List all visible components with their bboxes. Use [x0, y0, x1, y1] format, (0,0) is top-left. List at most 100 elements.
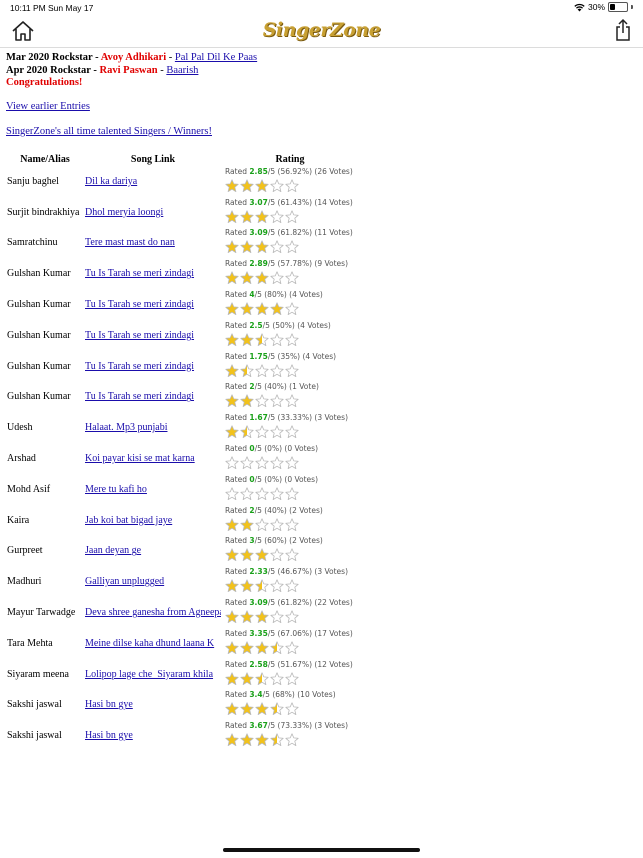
star-rating[interactable] — [225, 364, 355, 378]
star-icon[interactable] — [255, 518, 269, 532]
star-icon[interactable] — [270, 610, 284, 624]
view-earlier-entries-link[interactable]: View earlier Entries — [6, 101, 90, 112]
song-link[interactable]: Mere tu kafi ho — [85, 484, 147, 495]
star-icon[interactable] — [270, 333, 284, 347]
star-rating[interactable] — [225, 394, 355, 408]
star-icon[interactable] — [255, 641, 269, 655]
star-icon[interactable] — [270, 179, 284, 193]
star-icon[interactable] — [270, 579, 284, 593]
star-rating[interactable] — [225, 210, 355, 224]
star-icon[interactable] — [270, 456, 284, 470]
star-icon[interactable] — [225, 271, 239, 285]
star-icon[interactable] — [225, 672, 239, 686]
star-icon[interactable] — [270, 210, 284, 224]
star-rating[interactable] — [225, 641, 355, 655]
star-icon[interactable] — [225, 579, 239, 593]
star-icon[interactable] — [225, 333, 239, 347]
star-rating[interactable] — [225, 702, 355, 716]
star-rating[interactable] — [225, 179, 355, 193]
star-icon[interactable] — [255, 425, 269, 439]
star-icon[interactable] — [255, 487, 269, 501]
star-icon[interactable] — [255, 579, 269, 593]
star-icon[interactable] — [240, 333, 254, 347]
star-icon[interactable] — [225, 302, 239, 316]
star-icon[interactable] — [285, 271, 299, 285]
star-icon[interactable] — [285, 641, 299, 655]
star-icon[interactable] — [240, 641, 254, 655]
star-icon[interactable] — [240, 733, 254, 747]
star-rating[interactable] — [225, 548, 355, 562]
rockstar-song-link[interactable]: Baarish — [166, 65, 198, 76]
star-icon[interactable] — [240, 179, 254, 193]
star-icon[interactable] — [225, 210, 239, 224]
star-icon[interactable] — [285, 179, 299, 193]
star-icon[interactable] — [255, 672, 269, 686]
star-icon[interactable] — [270, 518, 284, 532]
star-icon[interactable] — [285, 210, 299, 224]
star-icon[interactable] — [285, 456, 299, 470]
song-link[interactable]: Deva shree ganesha from Agneepath — [85, 607, 221, 618]
star-rating[interactable] — [225, 487, 355, 501]
song-link[interactable]: Dil ka dariya — [85, 176, 137, 187]
star-rating[interactable] — [225, 518, 355, 532]
star-rating[interactable] — [225, 456, 355, 470]
star-icon[interactable] — [285, 610, 299, 624]
star-icon[interactable] — [225, 518, 239, 532]
star-icon[interactable] — [225, 240, 239, 254]
star-rating[interactable] — [225, 425, 355, 439]
star-icon[interactable] — [270, 302, 284, 316]
song-link[interactable]: Tu Is Tarah se meri zindagi — [85, 361, 194, 372]
song-link[interactable]: Tu Is Tarah se meri zindagi — [85, 299, 194, 310]
star-icon[interactable] — [255, 333, 269, 347]
star-icon[interactable] — [255, 548, 269, 562]
star-icon[interactable] — [240, 702, 254, 716]
star-icon[interactable] — [240, 487, 254, 501]
star-icon[interactable] — [270, 425, 284, 439]
star-icon[interactable] — [270, 641, 284, 655]
star-icon[interactable] — [255, 240, 269, 254]
star-icon[interactable] — [255, 210, 269, 224]
star-rating[interactable] — [225, 302, 355, 316]
star-icon[interactable] — [255, 456, 269, 470]
star-icon[interactable] — [240, 364, 254, 378]
star-rating[interactable] — [225, 333, 355, 347]
share-icon[interactable] — [613, 18, 633, 42]
star-icon[interactable] — [240, 425, 254, 439]
star-icon[interactable] — [285, 733, 299, 747]
star-icon[interactable] — [255, 394, 269, 408]
star-icon[interactable] — [270, 672, 284, 686]
star-rating[interactable] — [225, 240, 355, 254]
star-rating[interactable] — [225, 733, 355, 747]
song-link[interactable]: Hasi bn gye — [85, 730, 133, 741]
star-icon[interactable] — [285, 425, 299, 439]
star-rating[interactable] — [225, 271, 355, 285]
star-icon[interactable] — [285, 548, 299, 562]
star-icon[interactable] — [285, 672, 299, 686]
song-link[interactable]: Lolipop lage che_Siyaram khila — [85, 669, 213, 680]
star-icon[interactable] — [225, 394, 239, 408]
home-indicator[interactable] — [223, 848, 420, 852]
star-icon[interactable] — [240, 240, 254, 254]
star-rating[interactable] — [225, 610, 355, 624]
star-icon[interactable] — [285, 702, 299, 716]
star-icon[interactable] — [285, 302, 299, 316]
song-link[interactable]: Jaan deyan ge — [85, 545, 141, 556]
star-icon[interactable] — [255, 271, 269, 285]
song-link[interactable]: Jab koi bat bigad jaye — [85, 515, 172, 526]
star-icon[interactable] — [225, 733, 239, 747]
star-icon[interactable] — [240, 548, 254, 562]
star-icon[interactable] — [240, 271, 254, 285]
star-icon[interactable] — [225, 179, 239, 193]
star-icon[interactable] — [225, 641, 239, 655]
star-icon[interactable] — [285, 579, 299, 593]
all-time-winners-link[interactable]: SingerZone's all time talented Singers /… — [6, 126, 212, 137]
song-link[interactable]: Hasi bn gye — [85, 699, 133, 710]
song-link[interactable]: Meine dilse kaha dhund laana K — [85, 638, 214, 649]
star-icon[interactable] — [240, 610, 254, 624]
star-icon[interactable] — [270, 548, 284, 562]
star-icon[interactable] — [240, 579, 254, 593]
song-link[interactable]: Tu Is Tarah se meri zindagi — [85, 268, 194, 279]
star-icon[interactable] — [270, 240, 284, 254]
star-icon[interactable] — [225, 702, 239, 716]
star-icon[interactable] — [285, 364, 299, 378]
